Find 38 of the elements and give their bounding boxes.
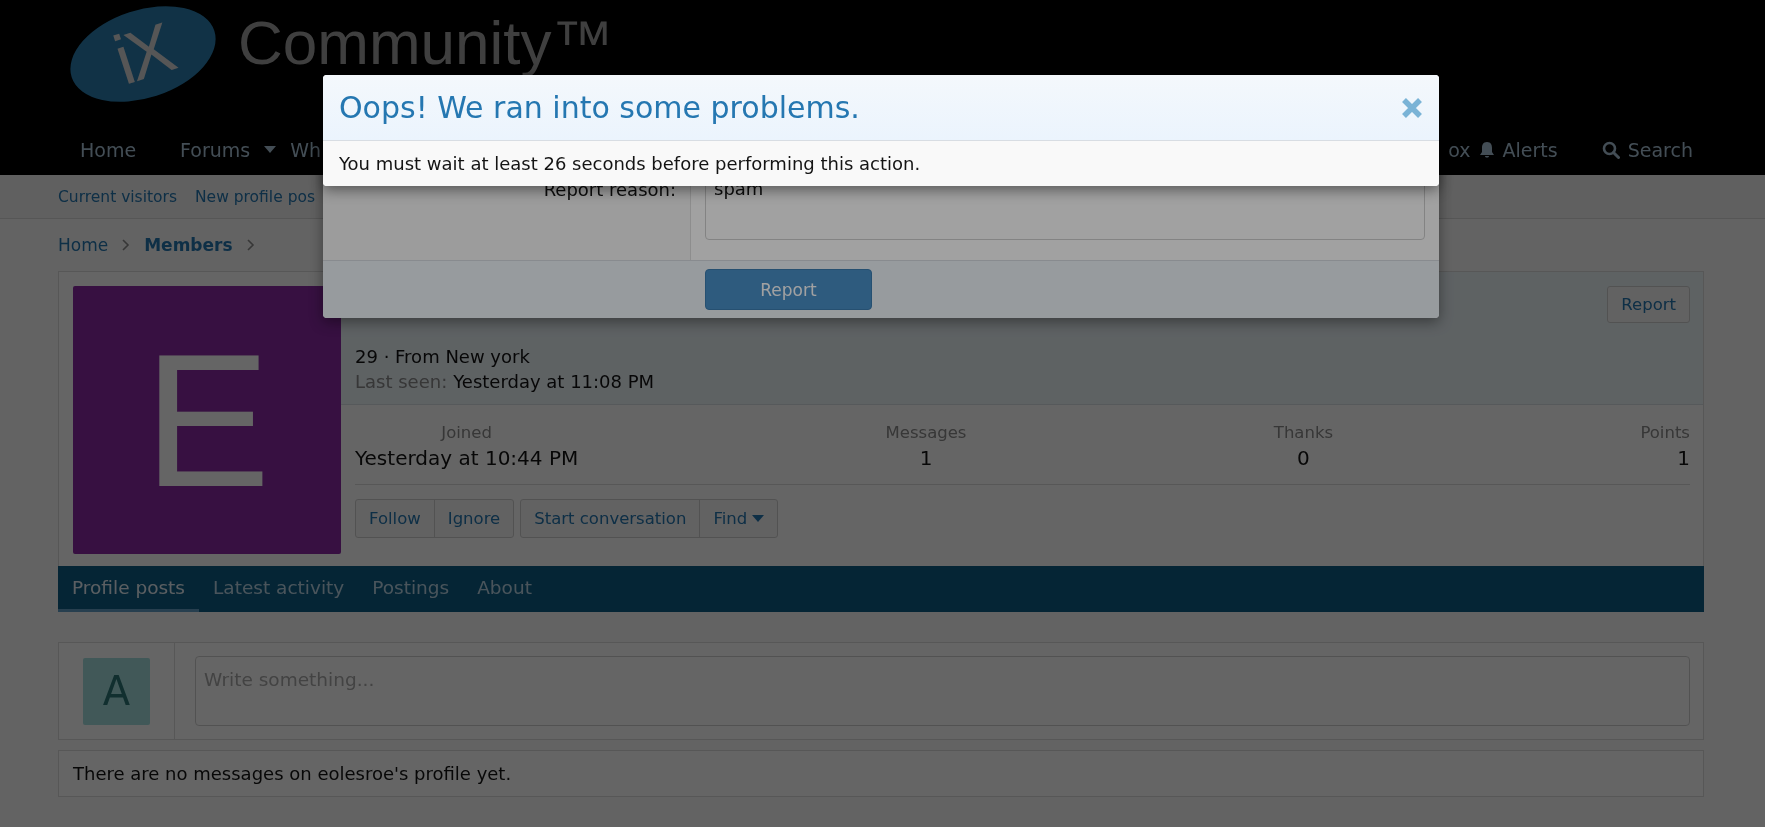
profile-tab[interactable]: Latest activity xyxy=(199,566,359,612)
profile-tab[interactable]: Profile posts xyxy=(58,566,199,612)
action-button[interactable]: Start conversation xyxy=(521,500,700,537)
action-button[interactable]: Follow xyxy=(356,500,434,537)
close-button[interactable] xyxy=(1401,96,1423,119)
report-button[interactable]: Report xyxy=(705,269,872,310)
close-icon xyxy=(1401,96,1423,119)
stat-value: Yesterday at 10:44 PM xyxy=(355,446,579,470)
stat-value: 0 xyxy=(1296,446,1311,470)
search-icon xyxy=(1601,141,1620,159)
logo-text[interactable]: Community™ xyxy=(238,12,614,74)
caret-icon xyxy=(752,514,765,523)
subnav-link[interactable]: New profile pos xyxy=(195,187,316,206)
action-button[interactable]: Ignore xyxy=(433,500,514,537)
chevron-icon xyxy=(122,239,131,251)
profile-tab[interactable]: About xyxy=(463,566,546,612)
empty-message: There are no messages on eolesroe's profile yet. xyxy=(58,750,1704,797)
subnav-link[interactable]: Current visitors xyxy=(58,187,177,206)
nav-link[interactable]: ox xyxy=(1448,139,1471,161)
dialog-title: Oops! We ran into some problems. xyxy=(339,90,860,125)
breadcrumb-link[interactable]: Members xyxy=(144,235,233,255)
user-avatar: E xyxy=(73,286,341,554)
last-seen-value: Yesterday at 11:08 PM xyxy=(453,371,655,392)
chevron-icon xyxy=(246,239,255,251)
stat-value: 1 xyxy=(918,446,934,470)
nav-link[interactable]: Search xyxy=(1579,139,1715,161)
caret-icon xyxy=(264,146,277,154)
breadcrumb-link[interactable]: Home xyxy=(58,235,109,255)
profile-tab[interactable]: Postings xyxy=(358,566,464,612)
dropdown-button[interactable]: Find xyxy=(699,500,778,537)
user-details: 29 · From New york xyxy=(355,346,531,367)
nav-link[interactable]: Home xyxy=(58,139,159,161)
nav-link[interactable]: Wh xyxy=(290,139,322,161)
bell-icon xyxy=(1478,141,1495,159)
report-button[interactable]: Report xyxy=(1607,286,1690,323)
nav-link[interactable]: Alerts xyxy=(1470,139,1580,161)
error-message: You must wait at least 26 seconds before performing this action. xyxy=(323,141,1439,186)
stat-value: 1 xyxy=(1676,446,1690,470)
